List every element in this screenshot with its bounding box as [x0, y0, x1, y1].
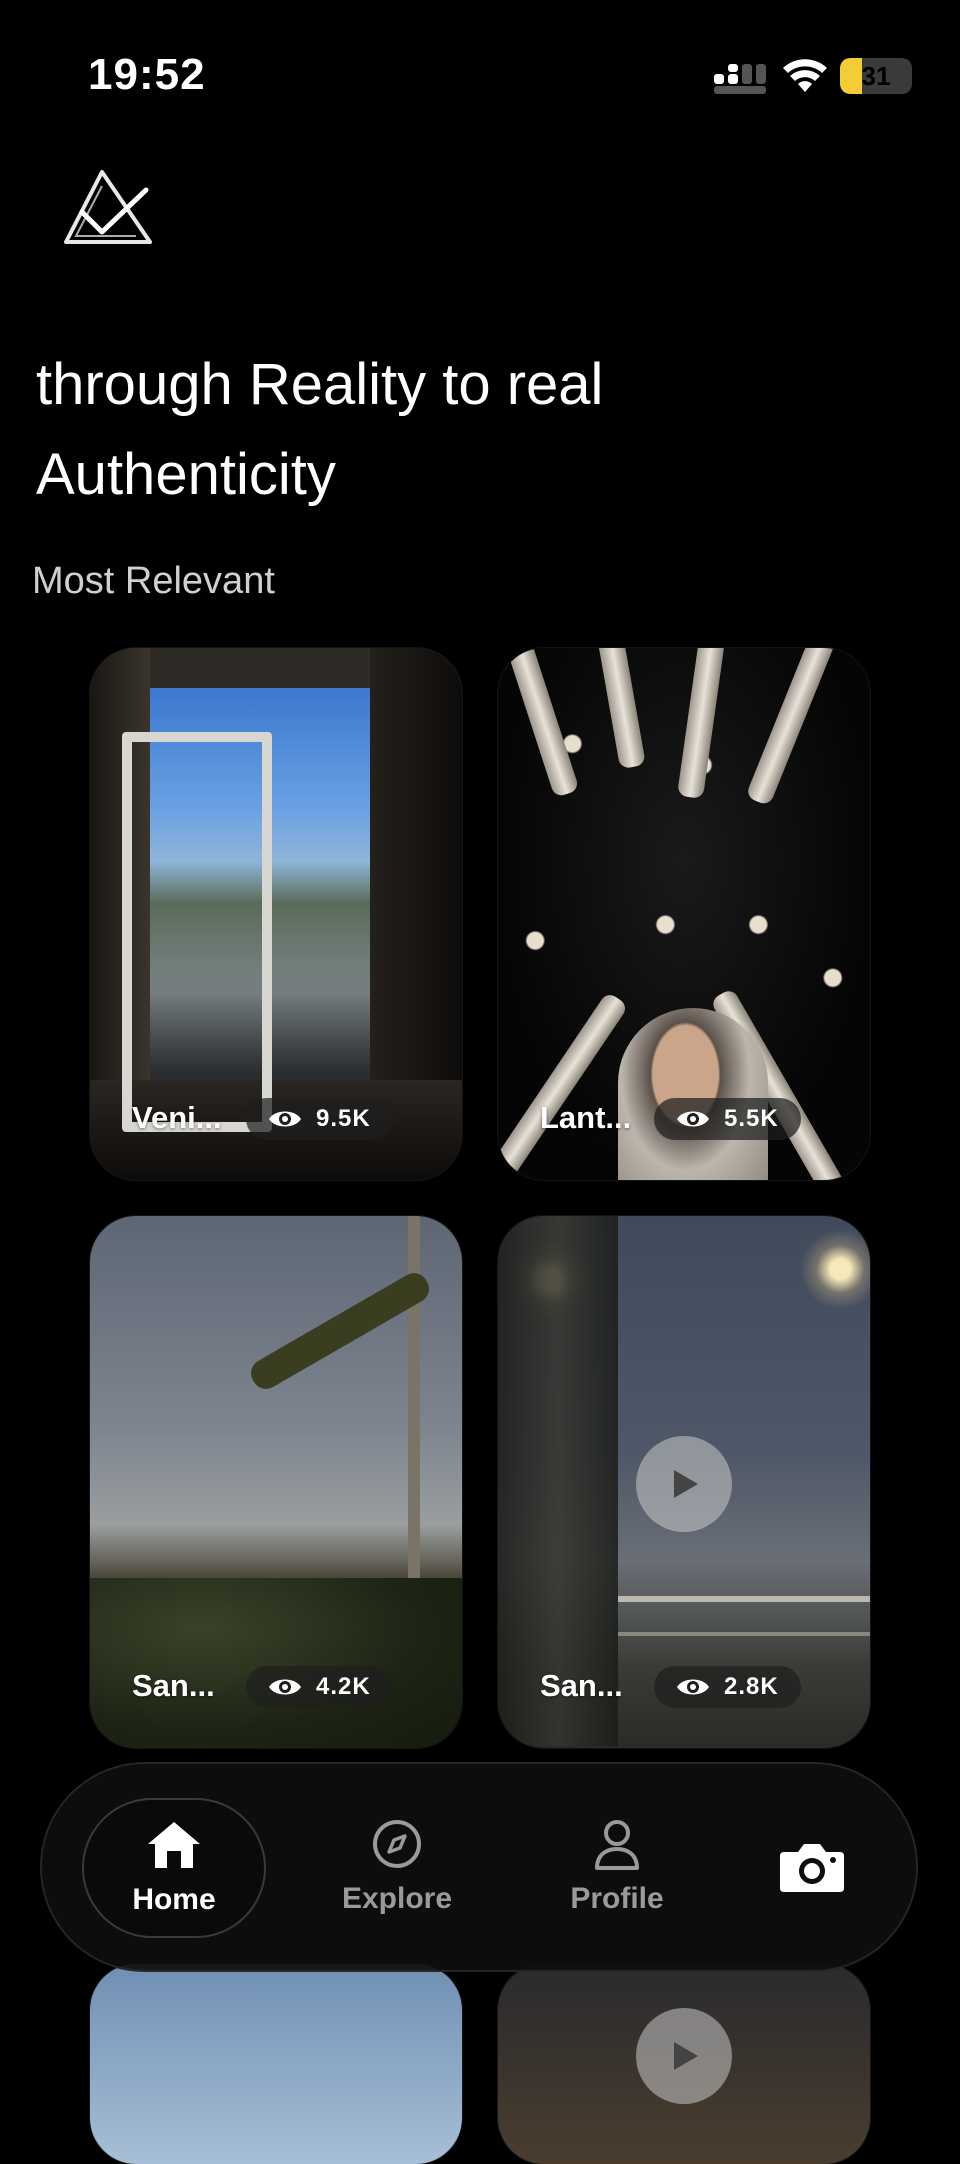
view-count-badge: 9.5K	[246, 1098, 393, 1140]
eye-icon	[269, 1111, 301, 1127]
post-title: Lant...	[540, 1100, 632, 1135]
post-thumbnail	[90, 1964, 462, 2164]
section-title: Most Relevant	[32, 560, 275, 602]
headline-line-2: Authenticity	[36, 442, 336, 507]
play-button[interactable]	[636, 2008, 732, 2104]
nav-profile-label: Profile	[570, 1882, 664, 1915]
view-count-badge: 4.2K	[246, 1666, 393, 1708]
camera-button[interactable]	[762, 1782, 862, 1952]
view-count-badge: 5.5K	[654, 1098, 801, 1140]
home-icon	[148, 1822, 200, 1868]
post-card[interactable]: Lant... 5.5K	[498, 648, 870, 1180]
thumbnail-detail	[618, 1596, 870, 1636]
eye-icon	[269, 1679, 301, 1695]
nav-home[interactable]: Home	[82, 1798, 266, 1938]
bottom-nav: Home Explore Profile	[42, 1764, 916, 1970]
view-count: 2.8K	[724, 1673, 779, 1700]
post-card[interactable]: San... 2.8K	[498, 1216, 870, 1748]
headline: through Reality to real Authenticity	[36, 340, 916, 520]
battery-icon: 31	[840, 58, 912, 94]
post-card[interactable]	[498, 1964, 870, 2164]
camera-icon	[780, 1844, 844, 1892]
nav-profile[interactable]: Profile	[522, 1782, 712, 1952]
post-card[interactable]: Veni... 9.5K	[90, 648, 462, 1180]
view-count: 9.5K	[316, 1105, 371, 1132]
eye-icon	[677, 1111, 709, 1127]
nav-explore-label: Explore	[341, 1882, 453, 1915]
view-count-badge: 2.8K	[654, 1666, 801, 1708]
view-count: 4.2K	[316, 1673, 371, 1700]
thumbnail-detail	[498, 1216, 618, 1746]
nav-home-label: Home	[132, 1883, 216, 1916]
headline-line-1: through Reality to real	[36, 352, 604, 417]
thumbnail-detail	[618, 1008, 768, 1180]
post-title: Veni...	[132, 1100, 222, 1135]
post-card[interactable]	[90, 1964, 462, 2164]
play-icon	[674, 1470, 698, 1498]
status-bar: 19:52 31	[0, 0, 960, 150]
status-time: 19:52	[88, 50, 206, 99]
cellular-signal-icon	[714, 64, 766, 94]
person-icon	[595, 1820, 639, 1870]
post-title: San...	[540, 1668, 623, 1703]
app-logo	[64, 170, 152, 244]
battery-level: 31	[861, 61, 891, 91]
post-title: San...	[132, 1668, 215, 1703]
play-button[interactable]	[636, 1436, 732, 1532]
view-count: 5.5K	[724, 1105, 779, 1132]
eye-icon	[677, 1679, 709, 1695]
post-card[interactable]: San... 4.2K	[90, 1216, 462, 1748]
nav-explore[interactable]: Explore	[302, 1782, 492, 1952]
thumbnail-detail	[90, 1578, 462, 1748]
play-icon	[674, 2042, 698, 2070]
compass-icon	[373, 1820, 421, 1868]
thumbnail-detail	[122, 732, 272, 1132]
wifi-icon	[783, 59, 827, 92]
